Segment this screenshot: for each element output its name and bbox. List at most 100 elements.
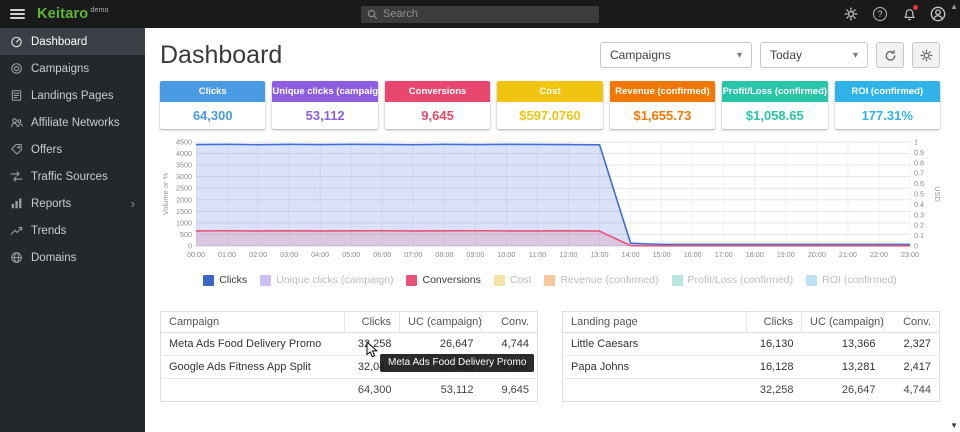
legend-label: ROI (confirmed) [822,274,897,286]
svg-text:0.1: 0.1 [914,231,924,240]
legend-label: Clicks [219,274,247,286]
sidebar-item-label: Domains [31,252,76,264]
legend-swatch [406,275,417,286]
column-header-campaign[interactable]: Campaign [161,312,345,333]
sidebar-item-trends[interactable]: Trends [0,217,145,244]
domains-icon [10,251,23,264]
menu-icon[interactable] [10,7,25,21]
svg-text:01:00: 01:00 [218,250,236,259]
avatar-icon[interactable] [930,6,946,22]
svg-text:10:00: 10:00 [497,250,515,259]
legend-item-unique-clicks-campaign[interactable]: Unique clicks (campaign) [260,274,393,286]
table-row[interactable]: Little Caesars16,13013,3662,327 [563,333,940,356]
logo-text: Keitaro [37,6,88,22]
sidebar-item-label: Landings Pages [31,90,113,102]
legend-swatch [672,275,683,286]
column-header-conv[interactable]: Conv. [884,312,940,333]
legend-item-profit-loss-confirmed[interactable]: Profit/Loss (confirmed) [672,274,794,286]
sidebar-item-traffic-sources[interactable]: Traffic Sources [0,163,145,190]
legend-item-cost[interactable]: Cost [494,274,532,286]
svg-text:4500: 4500 [176,138,192,147]
bell-icon[interactable] [901,6,917,22]
metric-card-value: $1,655.73 [610,102,715,129]
search-input[interactable] [383,8,593,20]
metric-card-label: ROI (confirmed) [835,81,940,102]
sidebar-item-affiliate-networks[interactable]: Affiliate Networks [0,109,145,136]
totals-cell: 26,647 [802,379,884,402]
legend-item-revenue-confirmed[interactable]: Revenue (confirmed) [544,274,658,286]
metric-cards-row: Clicks64,300 Unique clicks (campaign)53,1… [160,81,940,129]
column-header-clicks[interactable]: Clicks [345,312,400,333]
app-logo[interactable]: Keitarodemo [37,6,109,22]
svg-text:2500: 2500 [176,184,192,193]
sidebar-item-campaigns[interactable]: Campaigns [0,55,145,82]
svg-text:12:00: 12:00 [560,250,578,259]
totals-cell: 4,744 [884,379,940,402]
svg-text:23:00: 23:00 [901,250,919,259]
column-header-uc-campaign[interactable]: UC (campaign) [802,312,884,333]
legend-label: Conversions [422,274,480,286]
help-icon[interactable]: ? [872,6,888,22]
sidebar-item-label: Traffic Sources [31,171,108,183]
table-row[interactable]: Papa Johns16,12813,2812,417 [563,356,940,379]
date-range-select[interactable]: Today ▾ [760,42,868,68]
totals-cell [563,379,747,402]
svg-text:4000: 4000 [176,149,192,158]
svg-text:1000: 1000 [176,218,192,227]
search-bar[interactable] [361,6,599,23]
legend-label: Profit/Loss (confirmed) [688,274,794,286]
row-value-cell: 2,327 [884,333,940,356]
sidebar-item-landings-pages[interactable]: Landings Pages [0,82,145,109]
scroll-up-arrow[interactable]: ▲ [950,2,958,11]
legend-swatch [806,275,817,286]
gear-icon[interactable] [843,6,859,22]
metric-card-label: Unique clicks (campaign) [272,81,377,102]
sidebar-item-offers[interactable]: Offers [0,136,145,163]
table-row[interactable]: Meta Ads Food Delivery Promo32,25826,647… [161,333,538,356]
svg-text:05:00: 05:00 [342,250,360,259]
legend-item-conversions[interactable]: Conversions [406,274,480,286]
legend-item-roi-confirmed[interactable]: ROI (confirmed) [806,274,897,286]
scroll-down-arrow[interactable]: ▼ [950,421,958,430]
sidebar-item-dashboard[interactable]: Dashboard [0,28,145,55]
svg-text:20:00: 20:00 [808,250,826,259]
reports-icon [10,197,23,210]
refresh-button[interactable] [876,42,904,68]
page-header: Dashboard Campaigns ▾ Today ▾ [160,38,940,72]
svg-text:Volume or %: Volume or % [161,172,170,215]
metric-card-value: 64,300 [160,102,265,129]
row-value-cell: 26,647 [400,333,482,356]
sidebar-item-domains[interactable]: Domains [0,244,145,271]
svg-text:15:00: 15:00 [653,250,671,259]
sidebar: DashboardCampaigns Landings Pages Affiliat… [0,28,145,432]
row-tooltip: Meta Ads Food Delivery Promo [380,354,534,372]
dashboard-settings-button[interactable] [912,42,940,68]
landings-icon [10,89,23,102]
svg-text:0.9: 0.9 [914,148,924,157]
svg-text:0.8: 0.8 [914,158,924,167]
legend-item-clicks[interactable]: Clicks [203,274,247,286]
column-header-clicks[interactable]: Clicks [747,312,802,333]
svg-text:0.7: 0.7 [914,169,924,178]
metric-card-label: Revenue (confirmed) [610,81,715,102]
column-header-landing-page[interactable]: Landing page [563,312,747,333]
notification-dot [913,5,918,10]
svg-text:500: 500 [180,230,192,239]
row-value-cell: 16,130 [747,333,802,356]
metric-card-unique-clicks-campaign: Unique clicks (campaign)53,112 [272,81,377,129]
metric-card-label: Clicks [160,81,265,102]
svg-text:0.2: 0.2 [914,221,924,230]
sidebar-item-label: Trends [31,225,66,237]
metric-card-conversions: Conversions9,645 [385,81,490,129]
legend-swatch [494,275,505,286]
sidebar-item-reports[interactable]: Reports› [0,190,145,217]
campaigns-filter-select[interactable]: Campaigns ▾ [600,42,752,68]
row-value-cell: 13,366 [802,333,884,356]
svg-text:1500: 1500 [176,207,192,216]
column-header-conv[interactable]: Conv. [482,312,538,333]
svg-text:08:00: 08:00 [435,250,453,259]
svg-text:1: 1 [914,138,918,147]
svg-text:2000: 2000 [176,195,192,204]
svg-text:13:00: 13:00 [591,250,609,259]
column-header-uc-campaign[interactable]: UC (campaign) [400,312,482,333]
